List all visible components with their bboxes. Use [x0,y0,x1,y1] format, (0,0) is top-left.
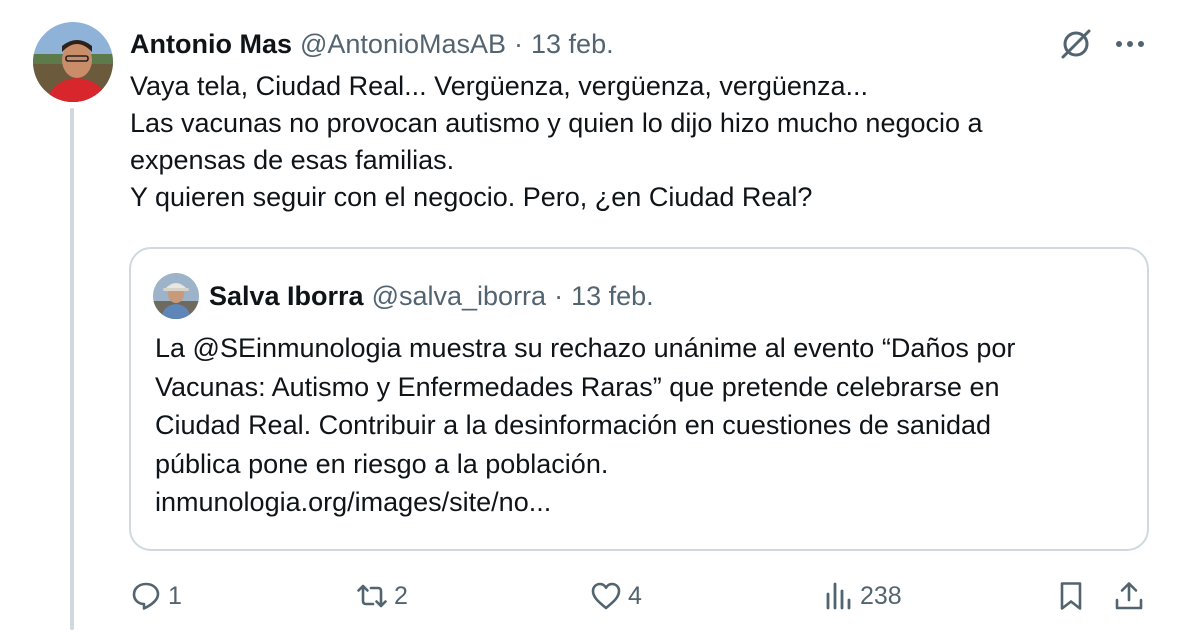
tweet-date[interactable]: 13 feb. [531,29,614,60]
like-button[interactable]: 4 [590,574,642,618]
retweet-count: 2 [394,581,408,610]
quoted-tweet-card[interactable]: Salva Iborra @salva_iborra · 13 feb. La … [129,247,1149,551]
author-handle[interactable]: @AntonioMasAB [300,29,506,60]
author-avatar[interactable] [33,22,113,102]
quoted-link[interactable]: inmunologia.org/images/site/no... [155,483,1135,522]
quoted-author-avatar[interactable] [153,273,199,319]
bookmark-button[interactable] [1055,574,1087,618]
quoted-text-line: pública pone en riesgo a la población. [155,448,609,479]
share-icon [1115,582,1143,610]
retweet-icon [357,584,387,608]
reply-icon [132,582,160,610]
quoted-tweet-header: Salva Iborra @salva_iborra · 13 feb. [209,277,654,315]
reply-count: 1 [168,581,182,610]
tweet-text: Vaya tela, Ciudad Real... Vergüenza, ver… [130,68,1150,216]
tweet-text-line: Las vacunas no provocan autismo y quien … [130,108,983,138]
separator-dot: · [554,280,564,311]
tweet-text-line: Vaya tela, Ciudad Real... Vergüenza, ver… [130,71,868,101]
author-name[interactable]: Antonio Mas [130,29,292,60]
quoted-text-line: Vacunas: Autismo y Enfermedades Raras” q… [155,371,1000,402]
quoted-author-name[interactable]: Salva Iborra [209,281,364,312]
reply-button[interactable]: 1 [130,574,182,618]
more-icon[interactable] [1110,26,1150,62]
heart-icon [591,582,621,610]
quoted-tweet-text: La @SEinmunologia muestra su rechazo uná… [155,329,1135,522]
quoted-text-line: La @SEinmunologia muestra su rechazo uná… [155,333,1016,363]
grok-icon[interactable] [1058,26,1094,62]
tweet-header: Antonio Mas @AntonioMasAB · 13 feb. [130,24,614,64]
thread-line [70,108,74,630]
like-count: 4 [628,581,642,610]
quoted-author-handle[interactable]: @salva_iborra [372,281,547,312]
action-bar: 1 2 4 238 [0,574,1200,618]
views-icon [826,582,851,610]
bookmark-icon [1060,582,1082,610]
share-button[interactable] [1113,574,1145,618]
quoted-tweet-date[interactable]: 13 feb. [571,281,654,312]
separator-dot: · [514,28,524,59]
quoted-text-line: Ciudad Real. Contribuir a la desinformac… [155,410,991,440]
views-button[interactable]: 238 [822,574,902,618]
tweet-text-line: Y quieren seguir con el negocio. Pero, ¿… [130,182,813,212]
retweet-button[interactable]: 2 [356,574,408,618]
tweet-text-line: expensas de esas familias. [130,145,455,175]
views-count: 238 [860,581,902,610]
